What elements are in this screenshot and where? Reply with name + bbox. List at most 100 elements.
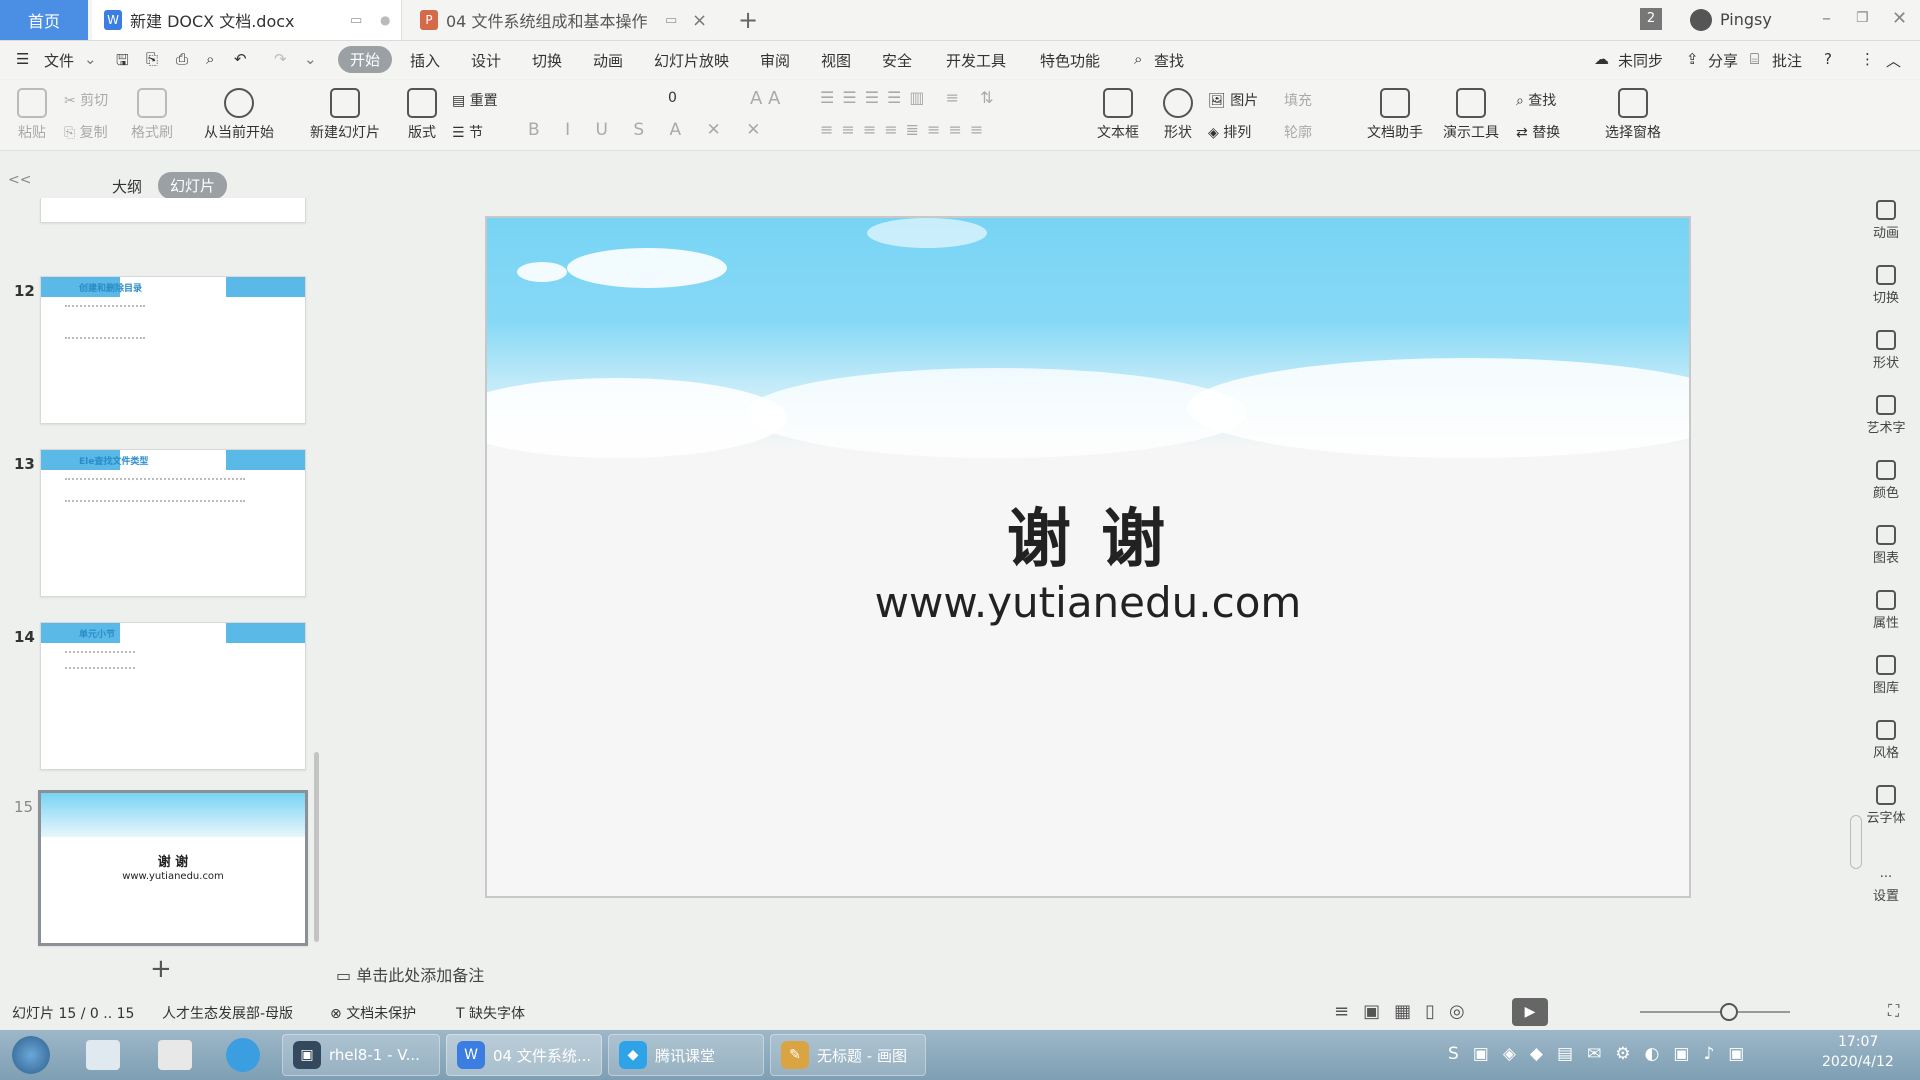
sidebar-style[interactable]: 风格	[1852, 720, 1920, 761]
print-preview-icon[interactable]: ⌕	[206, 50, 214, 68]
font-grow-icon[interactable]: A A	[750, 88, 780, 109]
tab-outline[interactable]: 大纲	[112, 176, 142, 197]
layout-button[interactable]: 版式	[400, 88, 444, 142]
zoom-slider[interactable]	[1640, 1011, 1790, 1013]
reset-button[interactable]: ▤ 重置	[452, 90, 498, 110]
share-icon[interactable]: ⇪	[1686, 50, 1699, 68]
close-tab-icon[interactable]: ×	[692, 10, 707, 31]
format-painter-button[interactable]: 格式刷	[128, 88, 176, 142]
list-icons[interactable]: ☰☰☰☰▥ ≡ ⇅	[820, 88, 1001, 107]
sidebar-properties[interactable]: 属性	[1852, 590, 1920, 631]
sidebar-transition[interactable]: 切换	[1852, 265, 1920, 306]
slide-main-url[interactable]: www.yutianedu.com	[487, 578, 1689, 627]
sync-status[interactable]: 未同步	[1618, 50, 1663, 71]
sidebar-chart[interactable]: 图表	[1852, 525, 1920, 566]
pin-icon[interactable]: ▭	[665, 13, 677, 28]
play-slideshow-button[interactable]: ▶	[1512, 998, 1548, 1026]
font-size-field[interactable]: 0	[668, 90, 677, 106]
collapse-panel-button[interactable]: <<	[8, 172, 31, 188]
sidebar-wordart[interactable]: 艺术字	[1852, 395, 1920, 436]
text-style-icons[interactable]: B I U S A ✕ ✕	[528, 120, 770, 140]
sidebar-color[interactable]: 颜色	[1852, 460, 1920, 501]
avatar[interactable]	[1690, 9, 1712, 31]
zoom-slider-handle[interactable]	[1720, 1003, 1738, 1021]
sidebar-shape[interactable]: 形状	[1852, 330, 1920, 371]
play-from-current-button[interactable]: 从当前开始	[194, 88, 284, 142]
menu-special[interactable]: 特色功能	[1040, 50, 1100, 71]
outline-button[interactable]: 轮廓	[1284, 122, 1312, 142]
menu-insert[interactable]: 插入	[410, 50, 440, 71]
sidebar-settings[interactable]: ··· 设置	[1852, 870, 1920, 904]
more-icon[interactable]: ⋮	[1860, 50, 1875, 68]
explorer-icon[interactable]	[86, 1040, 120, 1070]
comment-icon[interactable]: ⌸	[1750, 50, 1759, 68]
fit-window-icon[interactable]: ⛶	[1888, 1001, 1899, 1021]
slide-thumbnail[interactable]: 创建和删除目录	[40, 276, 306, 424]
sidebar-cloud-font[interactable]: 云字体	[1852, 785, 1920, 826]
menu-view[interactable]: 视图	[821, 50, 851, 71]
menu-design[interactable]: 设计	[471, 50, 501, 71]
tray-icons[interactable]: S▣◈◆▤✉⚙◐▣♪▣	[1448, 1044, 1758, 1064]
redo-icon[interactable]: ↷	[274, 50, 287, 68]
task-paint[interactable]: ✎ 无标题 - 画图	[770, 1034, 926, 1076]
menu-start[interactable]: 开始	[338, 46, 393, 73]
tab-home[interactable]: 首页	[0, 0, 88, 40]
minimize-icon[interactable]: –	[1822, 8, 1831, 29]
tab-slides[interactable]: 幻灯片	[158, 172, 228, 199]
slide-canvas[interactable]: 谢 谢 www.yutianedu.com	[485, 216, 1691, 898]
close-icon[interactable]: ✕	[1892, 8, 1907, 29]
sync-icon[interactable]: ☁	[1594, 50, 1609, 68]
printer-icon[interactable]	[158, 1040, 192, 1070]
select-pane-button[interactable]: 选择窗格	[1598, 88, 1668, 142]
slide-thumbnail[interactable]: Ele查找文件类型	[40, 449, 306, 597]
chevron-down-icon[interactable]: ⌄	[84, 50, 97, 68]
protect-status[interactable]: ⊗ 文档未保护	[330, 1003, 416, 1023]
view-mode-icons[interactable]: ≡▣▦▯◎	[1334, 1001, 1479, 1022]
picture-button[interactable]: 🖼 图片	[1208, 90, 1258, 110]
menu-file[interactable]: 文件	[44, 50, 74, 71]
slide-thumbnail[interactable]: 单元小节	[40, 622, 306, 770]
search-icon[interactable]: ⌕	[1134, 50, 1142, 68]
new-slide-button[interactable]: 新建幻灯片	[300, 88, 390, 142]
missing-font-status[interactable]: T 缺失字体	[456, 1003, 525, 1023]
undo-icon[interactable]: ↶	[234, 50, 247, 68]
notes-area[interactable]: ▭ 单击此处添加备注	[336, 962, 484, 986]
menu-slideshow[interactable]: 幻灯片放映	[654, 50, 729, 71]
collapse-ribbon-icon[interactable]: ︿	[1886, 50, 1901, 71]
menu-developer[interactable]: 开发工具	[946, 50, 1006, 71]
copy-button[interactable]: ⎘ 复制	[64, 122, 108, 142]
menu-animation[interactable]: 动画	[593, 50, 623, 71]
replace-button[interactable]: ⇄ 替换	[1516, 122, 1560, 142]
menu-transition[interactable]: 切换	[532, 50, 562, 71]
textbox-button[interactable]: 文本框	[1090, 88, 1146, 142]
help-icon[interactable]: ?	[1824, 50, 1832, 68]
tab-ppt[interactable]: P 04 文件系统组成和基本操作 ▭ ×	[410, 0, 720, 40]
clock-date[interactable]: 2020/4/12	[1822, 1054, 1894, 1070]
sidebar-gallery[interactable]: 图库	[1852, 655, 1920, 696]
present-tools-button[interactable]: 演示工具	[1436, 88, 1506, 142]
export-icon[interactable]: ⎘	[146, 50, 158, 68]
find-button[interactable]: ⌕ 查找	[1516, 90, 1556, 110]
start-button[interactable]	[12, 1036, 50, 1074]
customize-icon[interactable]: ⌄	[304, 50, 317, 68]
task-rhel8[interactable]: ▣ rhel8-1 - V...	[282, 1034, 440, 1076]
slide-main-title[interactable]: 谢 谢	[487, 488, 1689, 580]
sidebar-animation[interactable]: 动画	[1852, 200, 1920, 241]
save-icon[interactable]: 🖫	[116, 50, 129, 75]
user-name[interactable]: Pingsy	[1720, 10, 1772, 29]
paste-button[interactable]: 粘贴	[12, 88, 52, 142]
share-button[interactable]: 分享	[1708, 50, 1738, 71]
tab-docx[interactable]: W 新建 DOCX 文档.docx ▭ ●	[92, 0, 402, 40]
clock-time[interactable]: 17:07	[1838, 1034, 1878, 1050]
new-tab-button[interactable]: +	[738, 0, 758, 40]
fill-button[interactable]: 填充	[1284, 90, 1312, 110]
shape-button[interactable]: 形状	[1156, 88, 1200, 142]
pin-icon[interactable]: ▭	[350, 13, 362, 28]
slide-thumbnail[interactable]	[40, 198, 306, 223]
align-icons[interactable]: ≡≡≡≡≣≡≡≡	[820, 120, 991, 139]
restore-icon[interactable]: ❐	[1856, 10, 1869, 26]
doc-helper-button[interactable]: 文档助手	[1360, 88, 1430, 142]
menu-search[interactable]: 查找	[1154, 50, 1184, 71]
hamburger-icon[interactable]: ☰	[16, 50, 29, 68]
app-s-icon[interactable]	[226, 1038, 260, 1072]
